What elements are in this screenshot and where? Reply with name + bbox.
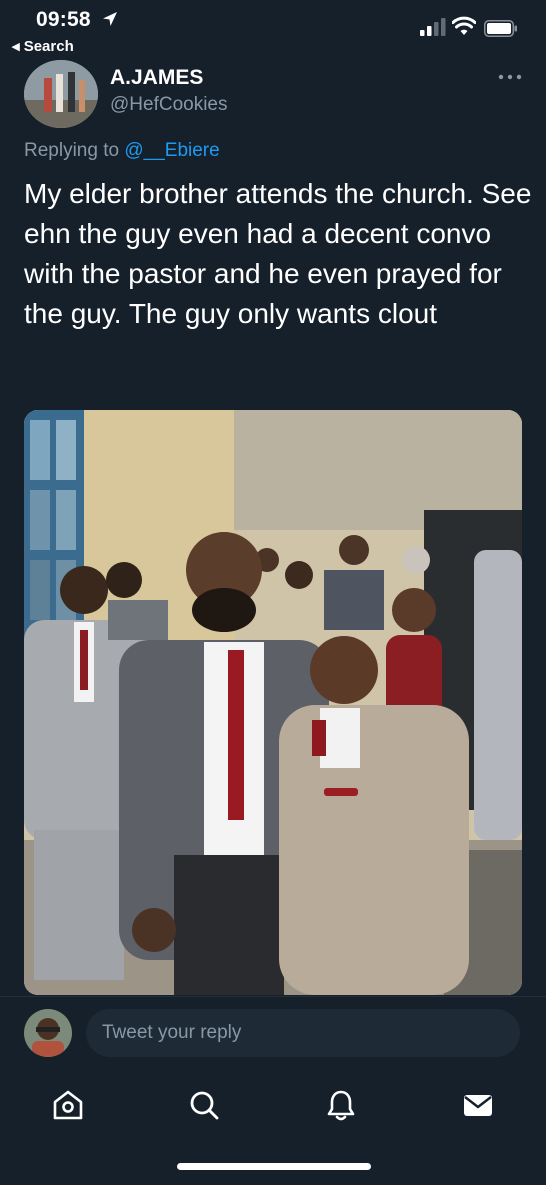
status-bar: 09:58 ◂ Search [0,0,546,60]
back-search-label: Search [23,38,74,55]
photo-of-men-in-suits [24,410,522,995]
back-triangle-icon: ◂ [12,38,24,55]
messages-icon[interactable] [461,1088,495,1122]
cellular-signal-icon [420,18,446,36]
wifi-icon [452,16,476,35]
replying-to-mention[interactable]: @__Ebiere [124,140,219,161]
status-time: 09:58 [36,8,91,31]
replying-to-line: Replying to @__Ebiere [24,140,220,162]
tweet-reply-input[interactable] [86,1009,520,1057]
notifications-icon[interactable] [324,1088,358,1122]
search-icon[interactable] [187,1088,221,1122]
author-avatar-image [24,60,98,128]
current-user-avatar[interactable] [24,1009,72,1057]
author-name[interactable]: A.JAMES [110,66,203,90]
tweet-photo[interactable] [24,410,522,995]
location-arrow-icon [103,12,117,26]
back-to-search-link[interactable]: ◂ Search [12,37,74,55]
home-icon[interactable] [51,1088,85,1122]
more-options-icon[interactable] [498,72,522,82]
replying-to-prefix: Replying to [24,140,120,161]
author-handle[interactable]: @HefCookies [110,94,228,116]
home-indicator[interactable] [177,1163,371,1170]
current-user-avatar-image [24,1009,72,1057]
tweet-text: My elder brother attends the church. See… [24,178,532,329]
author-avatar[interactable] [24,60,98,128]
battery-icon [484,20,517,37]
